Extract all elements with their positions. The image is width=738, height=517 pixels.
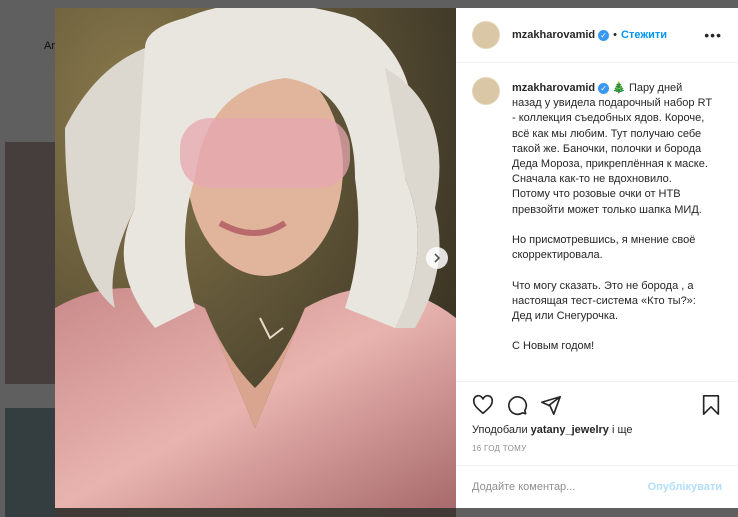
heart-icon[interactable] — [472, 394, 494, 416]
comment-icon[interactable] — [506, 394, 528, 416]
author-username[interactable]: mzakharovamid — [512, 29, 595, 41]
likes-summary: Уподобали yatany_jewelry і ще — [472, 424, 722, 436]
post-timestamp[interactable]: 16 ГОД ТОМУ — [472, 444, 722, 465]
add-comment-bar: Опублікувати — [456, 465, 738, 508]
comment-input[interactable] — [472, 481, 648, 493]
caption-text: 🎄 Пару дней назад у увидела подарочный н… — [512, 82, 712, 353]
caption-username[interactable]: mzakharovamid — [512, 82, 595, 94]
likes-prefix: Уподобали — [472, 424, 531, 436]
publish-button[interactable]: Опублікувати — [648, 481, 722, 493]
comments-area[interactable]: mzakharovamid ✓ 🎄 Пару дней назад у увиде… — [456, 63, 738, 381]
avatar[interactable] — [472, 77, 500, 105]
share-icon[interactable] — [540, 394, 562, 416]
chevron-right-icon — [434, 253, 441, 263]
follow-button[interactable]: Стежити — [621, 29, 667, 41]
verified-icon: ✓ — [598, 29, 610, 41]
post-caption: mzakharovamid ✓ 🎄 Пару дней назад у увиде… — [512, 81, 712, 381]
liker-username[interactable]: yatany_jewelry — [531, 424, 609, 436]
post-panel: mzakharovamid ✓ • Стежити ••• mzakharova… — [456, 8, 738, 508]
action-bar: Уподобали yatany_jewelry і ще 16 ГОД ТОМ… — [456, 381, 738, 465]
verified-icon: ✓ — [598, 82, 610, 94]
avatar[interactable] — [472, 21, 500, 49]
bookmark-icon[interactable] — [700, 394, 722, 416]
post-photo[interactable] — [55, 8, 456, 508]
likes-suffix[interactable]: і ще — [609, 424, 633, 436]
separator-dot: • — [613, 29, 618, 41]
more-options-button[interactable]: ••• — [704, 27, 722, 43]
post-header: mzakharovamid ✓ • Стежити ••• — [456, 8, 738, 63]
next-photo-button[interactable] — [426, 247, 448, 269]
